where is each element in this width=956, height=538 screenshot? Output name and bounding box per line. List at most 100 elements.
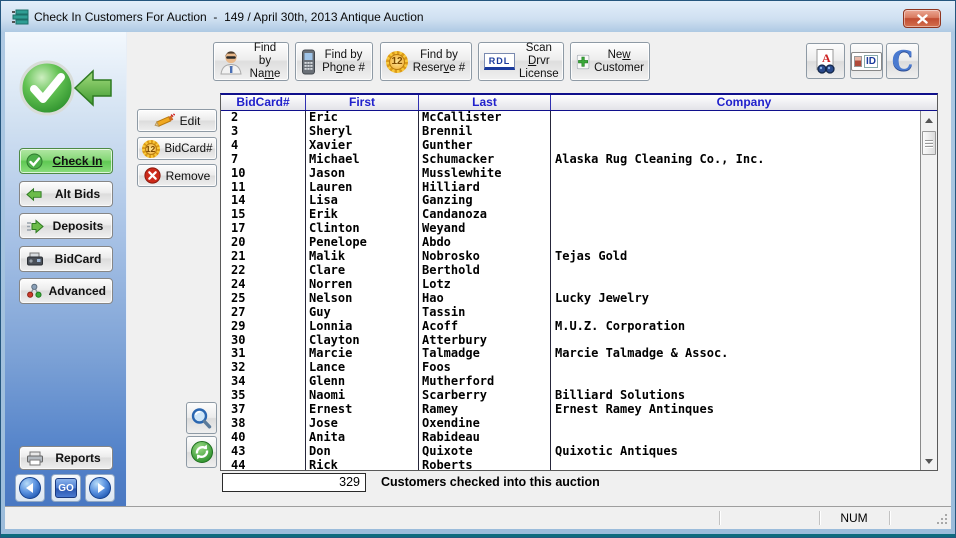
refresh-icon [190,440,214,464]
reports-button[interactable]: Reports [19,446,113,470]
sidebar-item-alt-bids[interactable]: Alt Bids [19,181,113,207]
table-row[interactable]: 29LonniaAcoffM.U.Z. Corporation [221,320,920,334]
scan-drvr-license-button[interactable]: RDL Scan Drvr License [478,42,564,81]
table-row[interactable]: 7MichaelSchumackerAlaska Rug Cleaning Co… [221,153,920,167]
table-row[interactable]: 24NorrenLotz [221,278,920,292]
rdl-icon: RDL [484,53,515,70]
cell-first: Eric [306,111,419,125]
cell-bid: 40 [221,431,306,445]
customers-table: BidCard# First Last Company 2EricMcCalli… [220,93,938,471]
header-last[interactable]: Last [419,95,551,110]
table-row[interactable]: 31MarcieTalmadgeMarcie Talmadge & Assoc. [221,347,920,361]
vertical-scrollbar[interactable] [920,111,937,470]
cell-bid: 35 [221,389,306,403]
table-row[interactable]: 17ClintonWeyand [221,222,920,236]
table-row[interactable]: 21MalikNobroskoTejas Gold [221,250,920,264]
table-row[interactable]: 34GlennMutherford [221,375,920,389]
table-row[interactable]: 35NaomiScarberryBilliard Solutions [221,389,920,403]
table-row[interactable]: 32LanceFoos [221,361,920,375]
new-customer-button[interactable]: New Customer [570,42,650,81]
find-by-name-button[interactable]: Find by Name [213,42,289,81]
nav-next-button[interactable] [85,474,115,502]
table-row[interactable]: 22ClareBerthold [221,264,920,278]
status-bar: NUM [5,506,951,529]
find-by-reserve-button[interactable]: 12 Find by Reserve # [380,42,472,81]
sidebar-item-advanced[interactable]: Advanced [19,278,113,304]
sidebar-item-label: Advanced [49,284,106,298]
arrow-left-icon [26,187,43,202]
cell-first: Erik [306,208,419,222]
table-row[interactable]: 38JoseOxendine [221,417,920,431]
table-row[interactable]: 4XavierGunther [221,139,920,153]
bidcard-number-button[interactable]: 12 BidCard# [137,137,217,160]
table-row[interactable]: 2EricMcCallister [221,111,920,125]
titlebar[interactable]: Check In Customers For Auction - 149 / A… [2,2,954,32]
table-row[interactable]: 10JasonMusslewhite [221,167,920,181]
cell-company: Ernest Ramey Antinques [551,403,920,417]
c-logo-icon: C [892,46,914,77]
button-label-line1: New [608,49,631,61]
remove-button[interactable]: Remove [137,164,217,187]
sidebar-item-label: BidCard [50,252,106,266]
cell-bid: 43 [221,445,306,459]
table-row[interactable]: 43DonQuixoteQuixotic Antiques [221,445,920,459]
cell-bid: 3 [221,125,306,139]
cell-bid: 14 [221,194,306,208]
close-button[interactable] [903,9,941,28]
table-row[interactable]: 25NelsonHaoLucky Jewelry [221,292,920,306]
cell-company [551,181,920,195]
cell-company [551,264,920,278]
cell-first: Don [306,445,419,459]
cell-last: Ramey [419,403,551,417]
header-bidcard[interactable]: BidCard# [221,95,306,110]
header-first[interactable]: First [306,95,419,110]
cell-last: Weyand [419,222,551,236]
cell-last: McCallister [419,111,551,125]
cell-last: Hao [419,292,551,306]
printer-icon [26,451,44,466]
cell-company: M.U.Z. Corporation [551,320,920,334]
cell-first: Anita [306,431,419,445]
table-row[interactable]: 15ErikCandanoza [221,208,920,222]
table-row[interactable]: 44RickRoberts [221,459,920,470]
cell-bid: 27 [221,306,306,320]
cell-last: Tassin [419,306,551,320]
find-by-phone-button[interactable]: Find by Phone # [295,42,373,81]
table-row[interactable]: 11LaurenHilliard [221,181,920,195]
check-circle-icon [26,153,43,170]
table-row[interactable]: 37ErnestRameyErnest Ramey Antinques [221,403,920,417]
num-lock-indicator: NUM [819,511,889,525]
id-card-button[interactable]: ID [850,43,883,79]
cell-company [551,111,920,125]
cell-company [551,417,920,431]
refresh-button[interactable] [186,436,217,468]
sidebar-item-deposits[interactable]: Deposits [19,213,113,239]
header-company[interactable]: Company [551,95,937,110]
cell-last: Candanoza [419,208,551,222]
resize-grip[interactable] [936,513,949,526]
svg-text:A: A [822,51,831,65]
cell-company [551,236,920,250]
table-row[interactable]: 14LisaGanzing [221,194,920,208]
sidebar-item-label: Deposits [50,219,106,233]
scrollbar-thumb[interactable] [922,131,936,155]
search-button[interactable] [186,402,217,434]
go-button[interactable]: GO [51,474,81,502]
arrow-right-circle-icon [89,477,111,499]
table-row[interactable]: 40AnitaRabideau [221,431,920,445]
scroll-up-icon[interactable] [922,113,936,127]
table-row[interactable]: 20PenelopeAbdo [221,236,920,250]
nav-previous-button[interactable] [15,474,45,502]
table-row[interactable]: 27GuyTassin [221,306,920,320]
c-logo-button[interactable]: C [886,43,919,79]
cell-first: Lauren [306,181,419,195]
sidebar-item-bidcard[interactable]: BidCard [19,246,113,272]
cell-company: Marcie Talmadge & Assoc. [551,347,920,361]
table-row[interactable]: 30ClaytonAtterbury [221,334,920,348]
find-report-button[interactable]: A [806,43,845,79]
edit-button[interactable]: Edit [137,109,217,132]
table-row[interactable]: 3SherylBrennil [221,125,920,139]
sidebar-item-check-in[interactable]: Check In [19,148,113,174]
scroll-down-icon[interactable] [922,454,936,468]
cell-last: Atterbury [419,334,551,348]
